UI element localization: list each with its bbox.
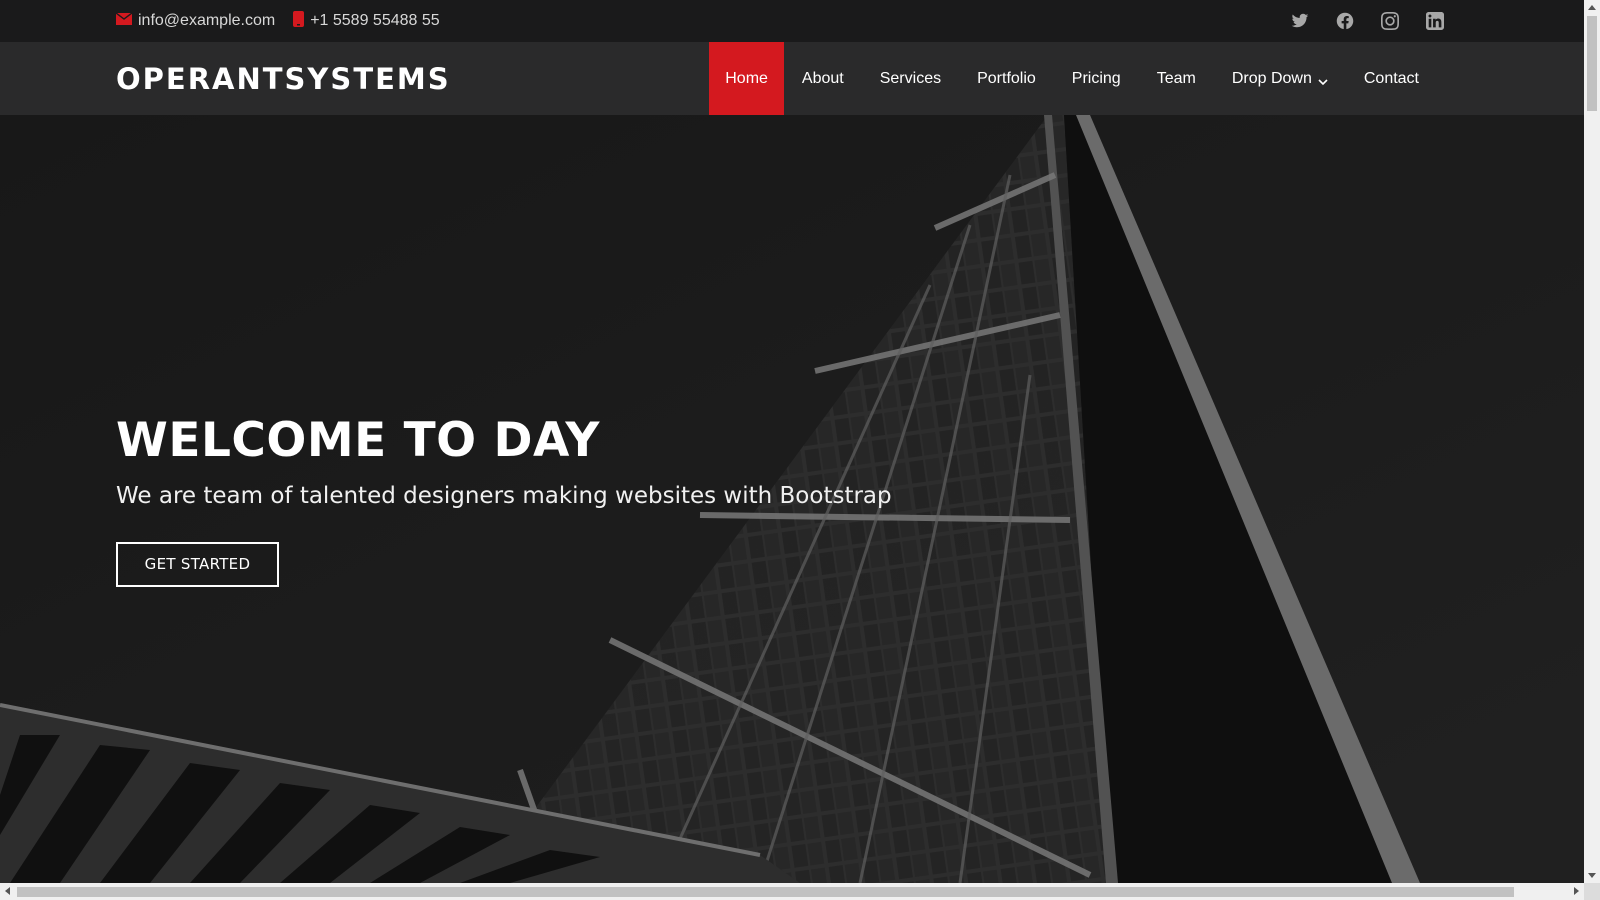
instagram-icon[interactable] xyxy=(1381,12,1399,30)
nav-item-dropdown[interactable]: Drop Down xyxy=(1214,42,1346,115)
hero-section: WELCOME TO DAY We are team of talented d… xyxy=(0,115,1584,883)
topbar: info@example.com +1 5589 55488 55 xyxy=(0,0,1584,42)
phone-item[interactable]: +1 5589 55488 55 xyxy=(293,10,440,32)
nav-item-dropdown-label: Drop Down xyxy=(1231,69,1312,87)
nav-item-contact[interactable]: Contact xyxy=(1346,42,1437,115)
envelope-icon xyxy=(115,12,133,30)
facebook-icon[interactable] xyxy=(1336,12,1354,30)
main-nav: Home About Services Portfolio Pricing Te… xyxy=(709,42,1437,115)
nav-item-team[interactable]: Team xyxy=(1139,42,1214,115)
hero-content: WELCOME TO DAY We are team of talented d… xyxy=(116,413,892,587)
vertical-scrollbar[interactable] xyxy=(1584,0,1600,883)
scroll-right-icon[interactable] xyxy=(1574,887,1579,895)
nav-item-portfolio[interactable]: Portfolio xyxy=(959,42,1054,115)
scrollbar-corner xyxy=(1584,883,1600,900)
twitter-icon[interactable] xyxy=(1291,12,1309,30)
nav-item-services[interactable]: Services xyxy=(862,42,959,115)
nav-item-pricing[interactable]: Pricing xyxy=(1054,42,1139,115)
get-started-button[interactable]: GET STARTED xyxy=(116,542,279,587)
phone-icon xyxy=(293,10,305,32)
horizontal-scrollbar[interactable] xyxy=(0,883,1600,900)
email-text: info@example.com xyxy=(138,12,276,29)
nav-item-about[interactable]: About xyxy=(784,42,862,115)
chevron-down-icon xyxy=(1318,74,1328,85)
hero-title: WELCOME TO DAY xyxy=(116,413,600,468)
horizontal-scroll-thumb[interactable] xyxy=(17,887,1514,897)
scroll-down-icon[interactable] xyxy=(1588,873,1596,878)
site-logo[interactable]: OPERANTSYSTEMS xyxy=(116,42,451,115)
scroll-up-icon[interactable] xyxy=(1588,5,1596,10)
site-header: OPERANTSYSTEMS Home About Services Portf… xyxy=(0,42,1584,115)
social-links xyxy=(1291,0,1444,42)
topbar-contact: info@example.com +1 5589 55488 55 xyxy=(115,0,440,42)
nav-item-home[interactable]: Home xyxy=(709,42,784,115)
vertical-scroll-thumb[interactable] xyxy=(1587,16,1597,111)
hero-subtitle: We are team of talented designers making… xyxy=(116,483,892,509)
scroll-left-icon[interactable] xyxy=(5,887,10,895)
phone-text: +1 5589 55488 55 xyxy=(310,12,440,29)
email-item[interactable]: info@example.com xyxy=(115,12,276,30)
linkedin-icon[interactable] xyxy=(1426,12,1444,30)
